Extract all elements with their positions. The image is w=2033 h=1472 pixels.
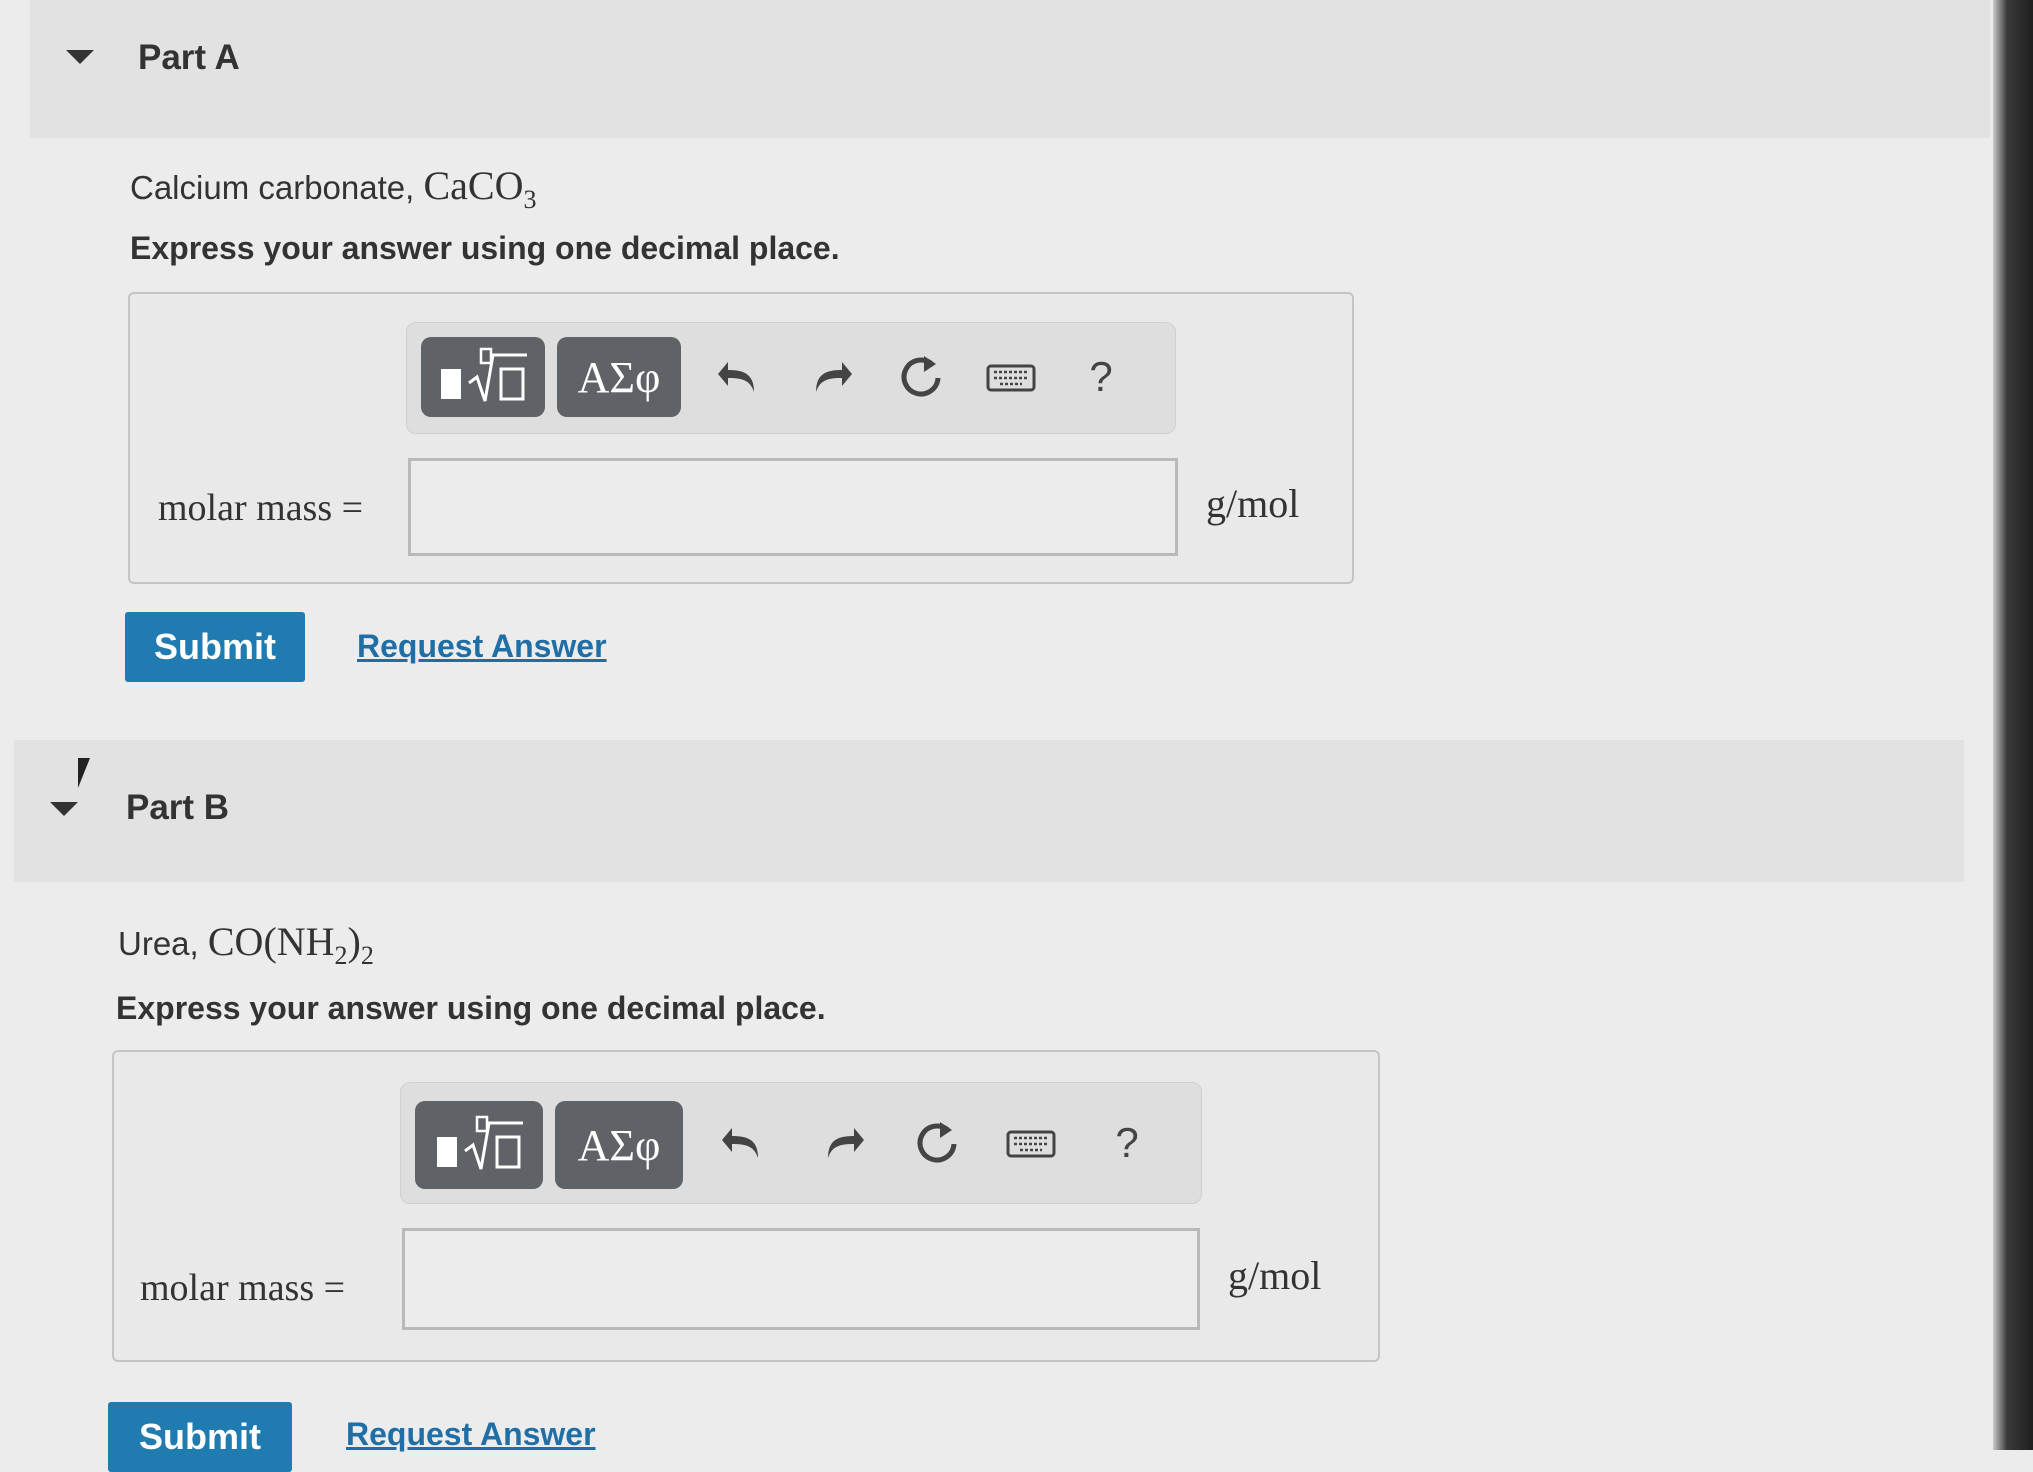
part-a-templates-button[interactable] [421, 337, 545, 417]
part-b-formula: CO(NH2)2 [207, 919, 374, 970]
part-b-undo-icon[interactable] [711, 1111, 775, 1175]
part-b-title: Part B [126, 788, 230, 827]
part-b-help-icon[interactable]: ? [1095, 1111, 1159, 1175]
part-a-math-toolbar: ΑΣφ ? [406, 322, 1176, 434]
part-a-question: Calcium carbonate, CaCO3 [130, 162, 536, 215]
part-a-undo-icon[interactable] [707, 345, 771, 409]
part-a-keyboard-icon[interactable] [979, 345, 1043, 409]
part-b-instruction: Express your answer using one decimal pl… [116, 990, 826, 1026]
part-a-header[interactable] [30, 0, 1990, 138]
part-b-molar-mass-input[interactable] [402, 1228, 1200, 1330]
part-a-answer-box: ΑΣφ ? molar mass = g/mol [128, 292, 1354, 584]
part-b-question: Urea, CO(NH2)2 [118, 918, 374, 971]
part-b-keyboard-icon[interactable] [999, 1111, 1063, 1175]
part-a-greek-symbols-button[interactable]: ΑΣφ [557, 337, 681, 417]
part-a-radical-template-icon [441, 347, 527, 402]
part-a-help-icon[interactable]: ? [1069, 345, 1133, 409]
part-a-redo-icon[interactable] [799, 345, 863, 409]
part-a-question-text: Calcium carbonate, [130, 169, 424, 206]
part-b-reset-icon[interactable] [905, 1111, 969, 1175]
part-b-radical-template-icon [437, 1115, 523, 1170]
part-a-input-label: molar mass = [158, 487, 364, 529]
part-a-formula: CaCO3 [423, 163, 537, 214]
part-b-submit-button[interactable]: Submit [108, 1402, 292, 1472]
part-a-reset-icon[interactable] [889, 345, 953, 409]
part-a-unit: g/mol [1206, 481, 1300, 526]
mouse-cursor-icon [78, 758, 90, 788]
part-b-templates-button[interactable] [415, 1101, 543, 1189]
part-a-request-answer-link[interactable]: Request Answer [357, 628, 607, 665]
part-b-redo-icon[interactable] [811, 1111, 875, 1175]
part-b-header[interactable] [14, 740, 1964, 882]
part-b-math-toolbar: ΑΣφ ? [400, 1082, 1202, 1204]
part-a-molar-mass-input[interactable] [408, 458, 1178, 556]
part-b-question-text: Urea, [118, 925, 208, 962]
part-b-input-label: molar mass = [140, 1267, 346, 1309]
part-a-collapse-caret-icon[interactable] [66, 50, 94, 64]
part-b-collapse-caret-icon[interactable] [50, 802, 78, 816]
part-b-greek-symbols-button[interactable]: ΑΣφ [555, 1101, 683, 1189]
part-a-instruction: Express your answer using one decimal pl… [130, 230, 840, 266]
part-a-submit-button[interactable]: Submit [125, 612, 305, 682]
part-b-request-answer-link[interactable]: Request Answer [346, 1416, 596, 1453]
screen-bezel-edge [1993, 0, 2033, 1450]
part-b-unit: g/mol [1228, 1253, 1322, 1298]
part-a-title: Part A [138, 38, 240, 77]
part-b-answer-box: ΑΣφ ? molar mass = g/mol [112, 1050, 1380, 1362]
